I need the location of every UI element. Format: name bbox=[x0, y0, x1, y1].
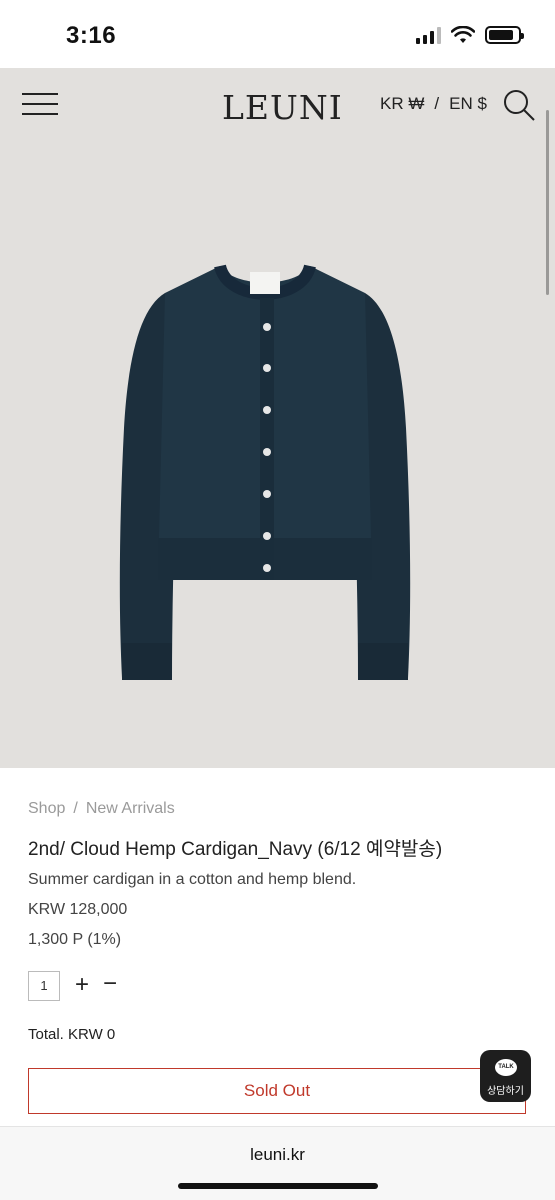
hamburger-menu-icon[interactable] bbox=[22, 93, 58, 115]
breadcrumb-shop[interactable]: Shop bbox=[28, 800, 65, 818]
battery-icon bbox=[485, 26, 524, 44]
status-bar: 3:16 bbox=[0, 0, 555, 68]
chat-consult-label: 상담하기 bbox=[487, 1086, 524, 1097]
chat-consult-button[interactable]: TALK 상담하기 bbox=[480, 1050, 531, 1102]
currency-separator: / bbox=[434, 94, 440, 113]
quantity-plus-button[interactable]: + bbox=[72, 971, 92, 999]
site-logo[interactable]: LEUNI bbox=[222, 88, 343, 127]
quantity-minus-button[interactable]: − bbox=[100, 971, 120, 999]
total-price: Total. KRW 0 bbox=[28, 1026, 116, 1043]
breadcrumb: Shop / New Arrivals bbox=[28, 800, 175, 818]
product-points: 1,300 P (1%) bbox=[28, 931, 122, 948]
status-time: 3:16 bbox=[66, 22, 117, 49]
site-header: LEUNI KR ₩ / EN $ bbox=[0, 68, 555, 144]
quantity-input[interactable]: 1 bbox=[28, 971, 60, 1001]
home-indicator[interactable] bbox=[178, 1183, 378, 1189]
product-image-area bbox=[0, 68, 555, 768]
scrollbar[interactable] bbox=[546, 110, 549, 295]
product-price: KRW 128,000 bbox=[28, 901, 128, 918]
product-description: Summer cardigan in a cotton and hemp ble… bbox=[28, 871, 357, 888]
currency-kr-link[interactable]: KR ₩ bbox=[380, 94, 424, 114]
breadcrumb-separator: / bbox=[73, 800, 78, 817]
talk-bubble-icon: TALK bbox=[495, 1059, 517, 1076]
breadcrumb-category[interactable]: New Arrivals bbox=[86, 800, 175, 818]
search-icon[interactable] bbox=[502, 88, 536, 122]
cardigan-image bbox=[119, 263, 411, 680]
product-title: 2nd/ Cloud Hemp Cardigan_Navy (6/12 예약발송… bbox=[28, 839, 443, 860]
browser-address-bar: leuni.kr bbox=[0, 1126, 555, 1200]
currency-en-link[interactable]: EN $ bbox=[449, 94, 487, 114]
cellular-signal-icon bbox=[416, 26, 441, 44]
sold-out-button[interactable]: Sold Out bbox=[28, 1068, 526, 1114]
status-icons bbox=[416, 26, 524, 44]
wifi-icon bbox=[451, 26, 475, 43]
url-text[interactable]: leuni.kr bbox=[0, 1145, 555, 1165]
currency-switcher: KR ₩ / EN $ bbox=[380, 94, 487, 114]
